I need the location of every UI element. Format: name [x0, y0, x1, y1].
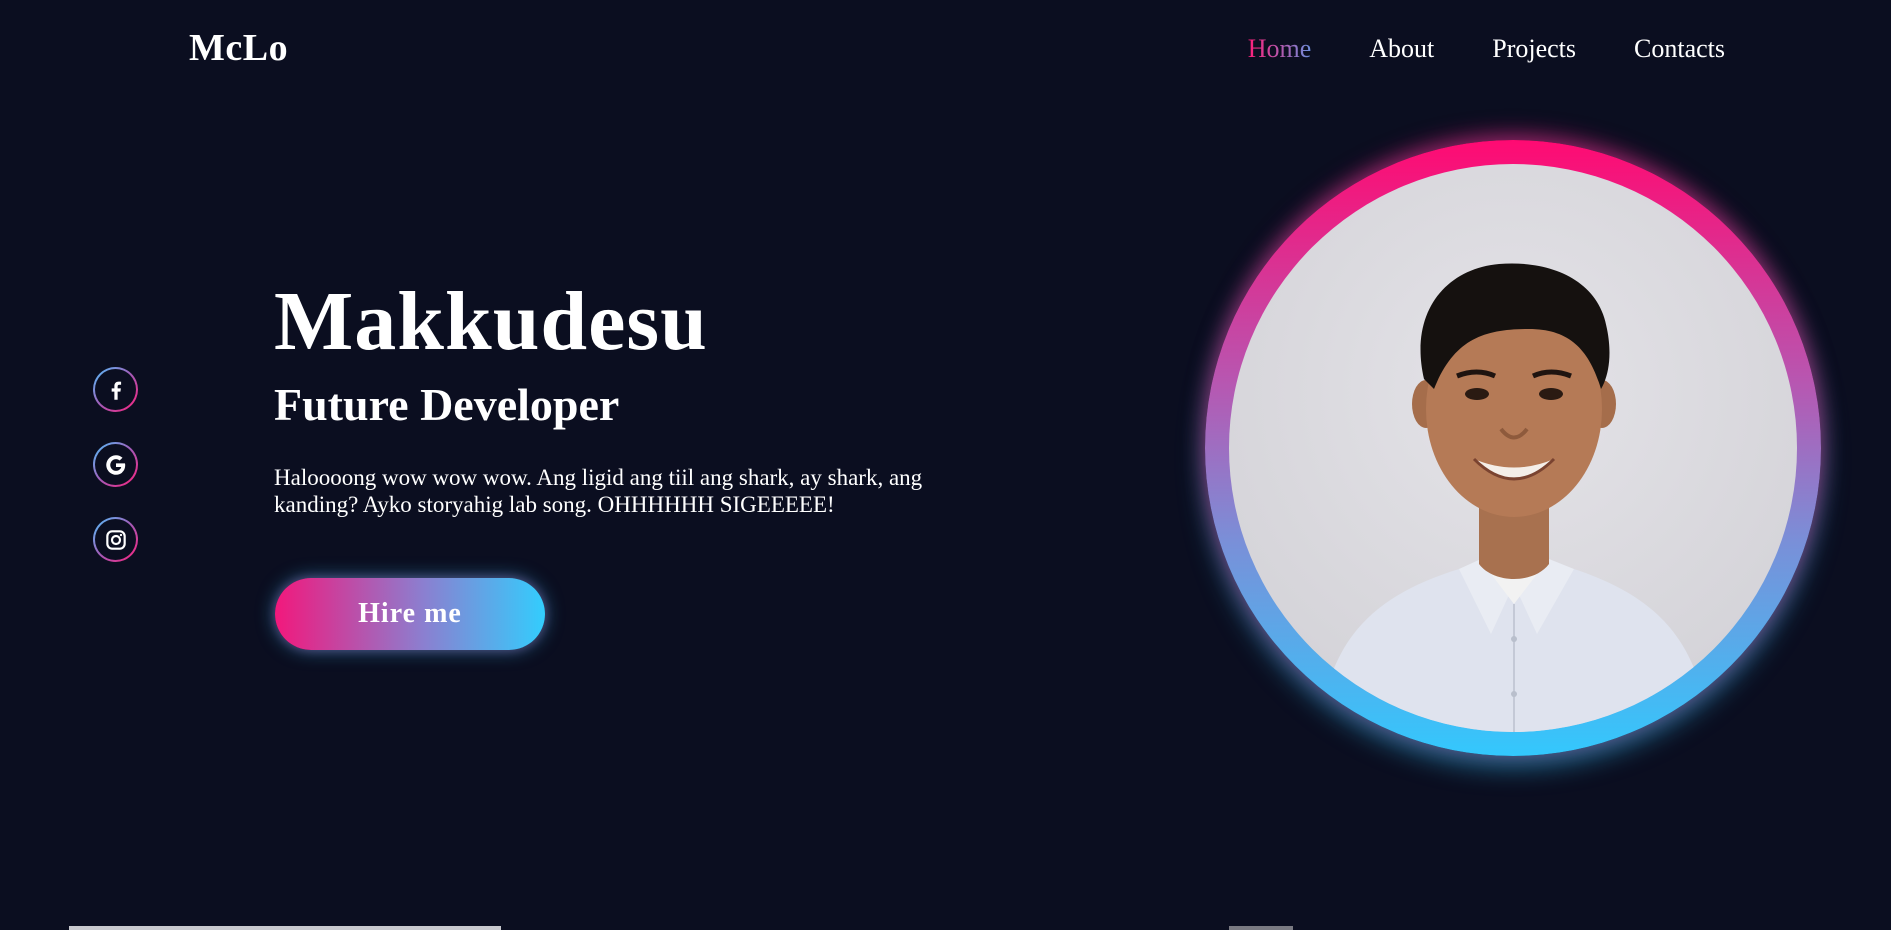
- instagram-icon: [105, 529, 126, 550]
- hero-role: Future Developer: [274, 379, 620, 430]
- profile-photo: [1229, 164, 1797, 732]
- hero-name: Makkudesu: [274, 275, 708, 368]
- facebook-link[interactable]: [93, 367, 138, 412]
- portrait-frame: [1205, 140, 1821, 756]
- scrollbar-track-left: [69, 926, 501, 930]
- google-icon: [105, 454, 125, 475]
- site-logo[interactable]: McLo: [189, 26, 288, 70]
- nav-about[interactable]: About: [1369, 34, 1434, 64]
- page: McLo Home About Projects Contacts Makkud…: [0, 0, 1891, 930]
- hire-me-button[interactable]: Hire me: [275, 578, 545, 650]
- main-nav: Home About Projects Contacts: [1248, 34, 1725, 64]
- social-links: [93, 367, 138, 562]
- scrollbar-track-right: [1229, 926, 1293, 930]
- nav-contacts[interactable]: Contacts: [1634, 34, 1725, 64]
- facebook-icon: [111, 381, 121, 400]
- hero-description: Haloooong wow wow wow. Ang ligid ang tii…: [274, 465, 923, 517]
- nav-home[interactable]: Home: [1248, 34, 1312, 64]
- google-link[interactable]: [93, 442, 138, 487]
- instagram-link[interactable]: [93, 517, 138, 562]
- nav-projects[interactable]: Projects: [1492, 34, 1576, 64]
